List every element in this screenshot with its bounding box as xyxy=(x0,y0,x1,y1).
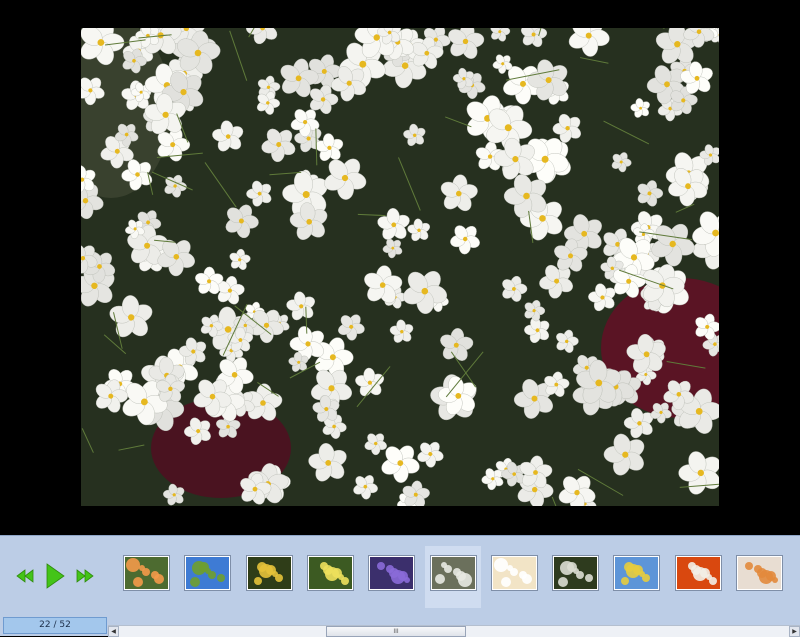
thumbnail-orange-rose[interactable] xyxy=(118,546,174,608)
image-counter: 22 / 52 xyxy=(3,617,107,634)
thumbnail-purple-flowers[interactable] xyxy=(363,546,419,608)
thumbnail-white-lily[interactable] xyxy=(486,546,542,608)
thumbnail-image xyxy=(124,556,169,590)
thumbnail-image xyxy=(553,556,598,590)
thumbnail-white-blossom[interactable] xyxy=(547,546,603,608)
thumbnail-yellow-flowers-sky[interactable] xyxy=(608,546,664,608)
thumbnail-image xyxy=(737,556,782,590)
thumbnail-image xyxy=(492,556,537,590)
play-button[interactable] xyxy=(44,561,66,591)
thumbnail-meadow-landscape[interactable] xyxy=(179,546,235,608)
thumbnail-white-flowers[interactable] xyxy=(425,546,481,608)
thumbnail-yellow-daisy[interactable] xyxy=(302,546,358,608)
thumbnail-strip xyxy=(118,540,796,612)
thumbnail-image xyxy=(431,556,476,590)
fast-forward-button[interactable] xyxy=(74,564,96,588)
thumbnail-image xyxy=(614,556,659,590)
scroll-right-button[interactable]: ▶ xyxy=(789,626,800,637)
rewind-icon xyxy=(14,564,36,588)
main-photo[interactable] xyxy=(81,28,719,506)
thumbnail-image xyxy=(247,556,292,590)
scroll-left-button[interactable]: ◀ xyxy=(108,626,119,637)
horizontal-scrollbar[interactable]: ◀ III ▶ xyxy=(108,625,800,637)
filmstrip-panel: 22 / 52 ◀ III ▶ xyxy=(0,535,800,636)
photo-viewer xyxy=(0,0,800,535)
thumbnail-image xyxy=(185,556,230,590)
play-icon xyxy=(44,561,66,591)
thumbnail-image xyxy=(369,556,414,590)
main-photo-image xyxy=(81,28,719,506)
rewind-button[interactable] xyxy=(14,564,36,588)
thumbnail-dandelion-orange[interactable] xyxy=(670,546,726,608)
scrollbar-thumb[interactable]: III xyxy=(326,626,466,637)
thumbnail-image xyxy=(308,556,353,590)
thumbnail-image xyxy=(676,556,721,590)
thumbnail-yellow-flowers[interactable] xyxy=(241,546,297,608)
thumbnail-flower-bouquet[interactable] xyxy=(731,546,787,608)
fast-forward-icon xyxy=(74,564,96,588)
